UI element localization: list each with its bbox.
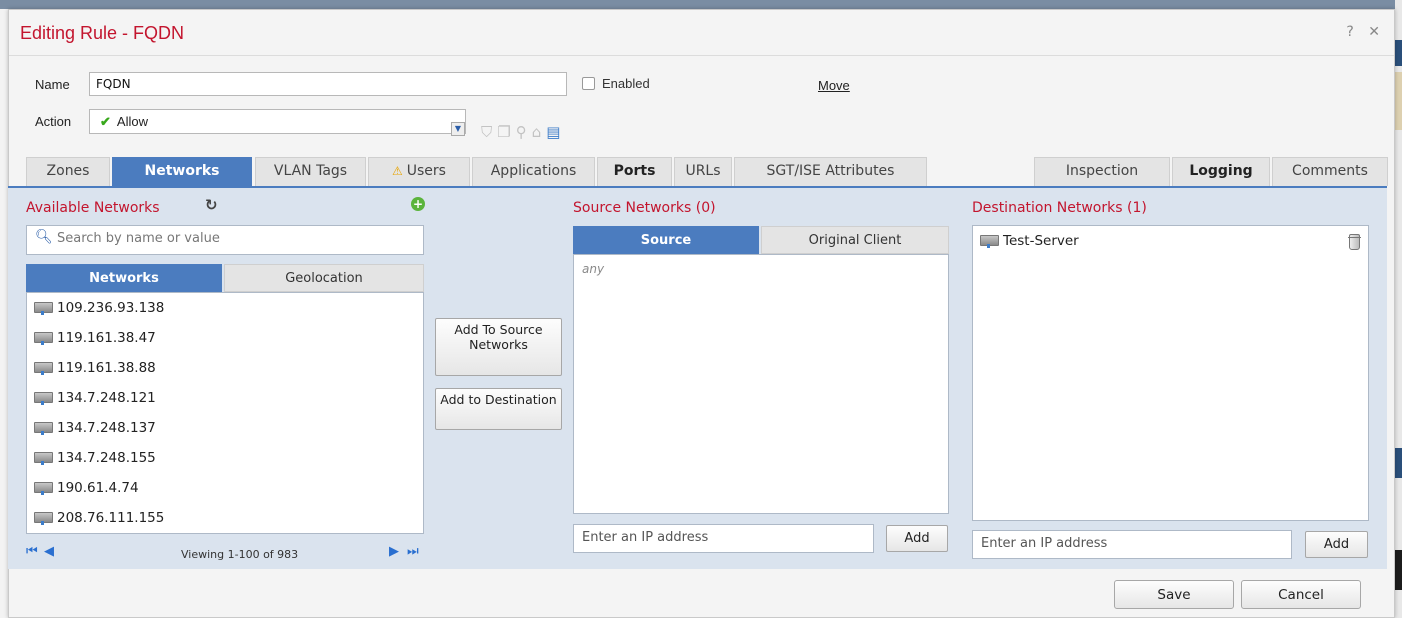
network-object-icon xyxy=(33,511,53,525)
list-item[interactable]: 119.161.38.88 xyxy=(33,358,156,378)
any-placeholder: any xyxy=(582,262,605,276)
tab-applications[interactable]: Applications xyxy=(472,157,595,186)
destination-networks-list[interactable]: Test-Server xyxy=(972,225,1369,521)
intrusion-search-icon[interactable]: ⚲ xyxy=(516,123,532,141)
move-link[interactable]: Move xyxy=(818,78,850,93)
tab-users[interactable]: ⚠ Users xyxy=(368,157,470,186)
pager-text: Viewing 1-100 of 983 xyxy=(181,548,299,561)
network-object-icon xyxy=(33,301,53,315)
network-object-icon xyxy=(33,361,53,375)
close-icon[interactable]: ✕ xyxy=(1368,24,1380,40)
subtab-original-client[interactable]: Original Client xyxy=(761,226,949,254)
destination-networks-title: Destination Networks (1) xyxy=(972,200,1147,216)
list-item[interactable]: 208.76.111.155 xyxy=(33,508,164,528)
enabled-label: Enabled xyxy=(602,76,650,91)
pagination: ⏮ ◀ Viewing 1-100 of 983 ▶ ⏭ xyxy=(26,544,424,564)
background-window-edge xyxy=(1395,0,1402,618)
network-object-icon xyxy=(33,421,53,435)
tab-urls[interactable]: URLs xyxy=(674,157,732,186)
save-button[interactable]: Save xyxy=(1114,580,1234,609)
header-divider xyxy=(9,55,1394,56)
delete-icon[interactable] xyxy=(1348,234,1361,250)
prev-page-icon[interactable]: ◀ xyxy=(44,544,54,559)
available-networks-title: Available Networks xyxy=(26,200,160,216)
destination-ip-input[interactable]: Enter an IP address xyxy=(972,530,1292,559)
tab-sgt-ise-attributes[interactable]: SGT/ISE Attributes xyxy=(734,157,927,186)
subtab-networks[interactable]: Networks xyxy=(26,264,222,292)
help-icon[interactable]: ? xyxy=(1346,24,1353,40)
last-page-icon[interactable]: ⏭ xyxy=(407,544,419,559)
search-input[interactable]: 🔍︎ Search by name or value xyxy=(26,225,424,255)
variable-set-icon[interactable]: ⌂ xyxy=(532,123,547,141)
file-policy-icon[interactable]: ❐ xyxy=(497,123,515,141)
list-item[interactable]: 134.7.248.155 xyxy=(33,448,156,468)
first-page-icon[interactable]: ⏮ xyxy=(26,544,38,559)
subtab-source[interactable]: Source xyxy=(573,226,759,254)
action-label: Action xyxy=(35,114,72,129)
add-network-icon[interactable]: + xyxy=(411,197,425,211)
list-item[interactable]: 134.7.248.121 xyxy=(33,388,156,408)
list-item[interactable]: 134.7.248.137 xyxy=(33,418,156,438)
source-networks-list[interactable]: any xyxy=(573,254,949,514)
name-input[interactable] xyxy=(89,72,567,96)
network-object-icon xyxy=(979,234,999,248)
available-subtabs: Networks Geolocation xyxy=(26,264,424,292)
source-add-button[interactable]: Add xyxy=(886,525,948,552)
refresh-icon[interactable]: ↻ xyxy=(205,196,218,214)
network-object-icon xyxy=(33,451,53,465)
tab-vlan-tags[interactable]: VLAN Tags xyxy=(255,157,366,186)
tab-inspection[interactable]: Inspection xyxy=(1034,157,1170,186)
list-item[interactable]: 119.161.38.47 xyxy=(33,328,156,348)
search-icon: 🔍︎ xyxy=(35,229,53,245)
tab-zones[interactable]: Zones xyxy=(26,157,110,186)
network-object-icon xyxy=(33,391,53,405)
tab-networks[interactable]: Networks xyxy=(112,157,252,186)
warning-icon: ⚠ xyxy=(392,164,403,178)
background-window-strip xyxy=(0,0,1402,9)
tab-ports[interactable]: Ports xyxy=(597,157,672,186)
available-networks-list[interactable]: 109.236.93.138 119.161.38.47 119.161.38.… xyxy=(26,292,424,534)
source-subtabs: Source Original Client xyxy=(573,226,949,254)
network-object-icon xyxy=(33,331,53,345)
action-value: Allow xyxy=(116,114,148,129)
logging-policy-icon[interactable]: ▤ xyxy=(546,123,565,141)
action-dropdown-arrow-icon[interactable]: ▼ xyxy=(451,122,465,136)
search-placeholder: Search by name or value xyxy=(57,231,220,246)
list-item[interactable]: Test-Server xyxy=(979,231,1079,251)
allow-check-icon: ✔ xyxy=(100,114,111,129)
dialog-title: Editing Rule - FQDN xyxy=(20,23,185,43)
list-item[interactable]: 109.236.93.138 xyxy=(33,298,164,318)
destination-add-button[interactable]: Add xyxy=(1305,531,1368,558)
dialog-title-buttons: ? ✕ xyxy=(1336,24,1380,40)
ips-policy-icon[interactable]: ⛉ xyxy=(481,123,497,141)
network-object-icon xyxy=(33,481,53,495)
source-ip-input[interactable]: Enter an IP address xyxy=(573,524,874,553)
tab-logging[interactable]: Logging xyxy=(1172,157,1270,186)
action-option-icons: ⛉❐⚲⌂▤ xyxy=(481,123,565,141)
tab-comments[interactable]: Comments xyxy=(1272,157,1388,186)
subtab-geolocation[interactable]: Geolocation xyxy=(224,264,424,292)
add-to-source-button[interactable]: Add To Source Networks xyxy=(435,318,562,376)
source-networks-title: Source Networks (0) xyxy=(573,200,716,216)
next-page-icon[interactable]: ▶ xyxy=(389,544,399,559)
action-select[interactable]: ✔ Allow xyxy=(89,109,466,134)
list-item[interactable]: 190.61.4.74 xyxy=(33,478,139,498)
name-label: Name xyxy=(35,77,70,92)
networks-tab-content: Available Networks ↻ + 🔍︎ Search by name… xyxy=(8,188,1387,569)
enabled-checkbox[interactable] xyxy=(582,77,595,90)
add-to-destination-button[interactable]: Add to Destination xyxy=(435,388,562,430)
cancel-button[interactable]: Cancel xyxy=(1241,580,1361,609)
